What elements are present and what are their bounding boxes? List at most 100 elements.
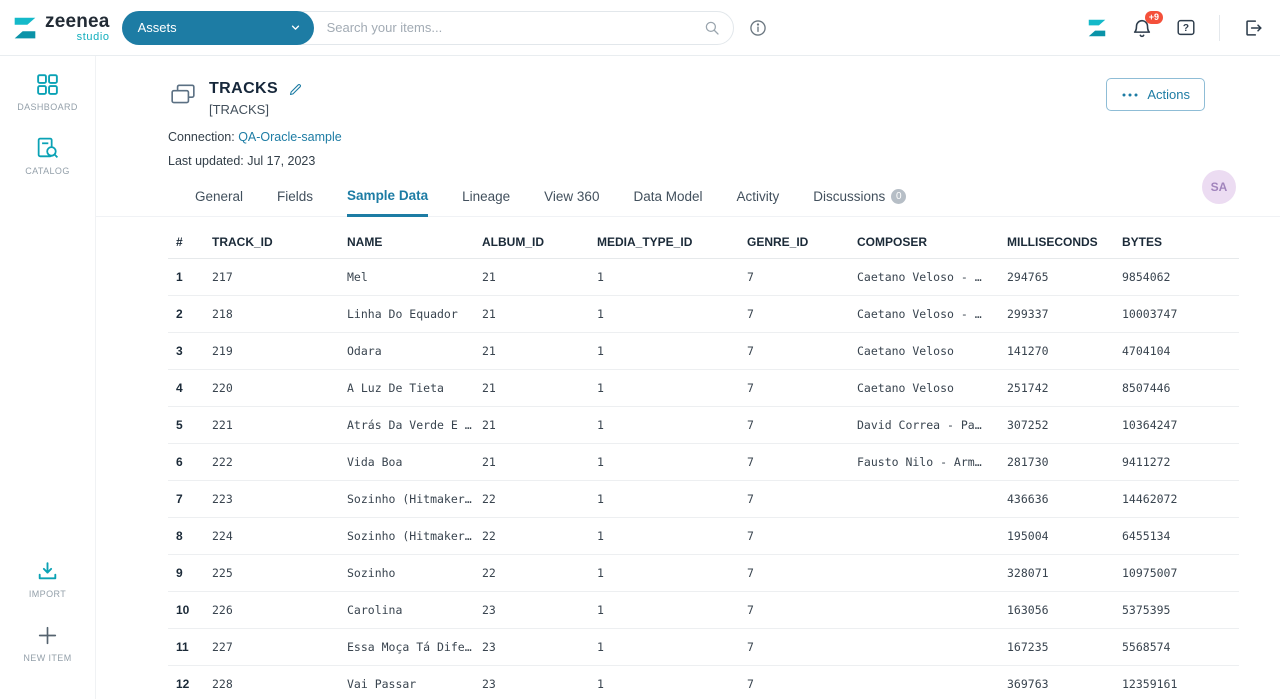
data-cell: 1 [589,554,739,592]
tab-lineage[interactable]: Lineage [462,188,510,216]
row-number-cell: 3 [168,332,204,370]
main-content: TRACKS [TRACKS] Connection: QA-Oracle-sa… [96,56,1280,699]
data-cell: Odara [339,332,474,370]
tab-label: Activity [736,189,780,204]
data-cell: 21 [474,295,589,333]
row-number-cell: 10 [168,591,204,629]
data-cell: 22 [474,554,589,592]
topbar: zeenea studio Assets +9 ? [0,0,1280,56]
asset-code: [TRACKS] [209,102,269,117]
column-header-album-id: ALBUM_ID [474,229,589,259]
sidebar-item-label: CATALOG [25,166,70,176]
chevron-down-icon [291,25,299,30]
help-button[interactable]: ? [1175,17,1197,39]
table-row: 4 220 A Luz De Tieta 21 1 7 Caetano Veloso 2517… [168,369,1239,407]
data-cell: Vida Boa [339,443,474,481]
logo-sub-name: studio [76,31,110,43]
data-cell: 21 [474,406,589,444]
sidebar-item-label: NEW ITEM [23,653,72,663]
data-cell: 7 [739,332,849,370]
row-number-cell: 6 [168,443,204,481]
edit-pencil-icon[interactable] [288,82,303,97]
data-cell: 5375395 [1114,591,1239,629]
sidebar-item-import[interactable]: IMPORT [29,559,66,599]
tab-discussions[interactable]: Discussions 0 [813,188,907,216]
data-cell: 21 [474,332,589,370]
catalog-icon [37,137,59,158]
data-cell: Carolina [339,591,474,629]
user-avatar[interactable]: SA [1202,170,1236,204]
asset-scope-dropdown[interactable]: Assets [121,10,314,45]
logo-text: zeenea studio [45,12,110,43]
discussions-count-badge: 0 [891,189,907,204]
data-cell [849,628,999,666]
zeenea-logo-icon [14,17,36,38]
more-dots-icon [1122,93,1138,96]
data-cell: 251742 [999,369,1114,407]
actions-button[interactable]: Actions [1106,78,1205,111]
data-cell: 7 [739,591,849,629]
tab-fields[interactable]: Fields [277,188,313,216]
data-cell: 9854062 [1114,258,1239,296]
tab-label: General [195,189,244,204]
data-cell: Caetano Veloso - … [849,295,999,333]
search-icon[interactable] [703,19,721,37]
data-cell: 22 [474,517,589,555]
data-cell: 141270 [999,332,1114,370]
data-cell: 10364247 [1114,406,1239,444]
data-cell: 369763 [999,665,1114,699]
tab-activity[interactable]: Activity [737,188,780,216]
connection-link[interactable]: QA-Oracle-sample [238,130,342,144]
sidebar-item-catalog[interactable]: CATALOG [25,136,69,176]
row-number-cell: 4 [168,369,204,407]
data-cell: 436636 [999,480,1114,518]
topbar-divider [1219,14,1220,41]
tab-sample-data[interactable]: Sample Data [347,188,429,217]
table-row: 10 226 Carolina 23 1 7 163056 5375395 [168,591,1239,629]
data-cell: 23 [474,591,589,629]
info-button[interactable] [748,18,768,38]
notifications-button[interactable]: +9 [1131,10,1163,39]
data-cell: 222 [204,443,339,481]
data-cell [849,480,999,518]
tab-view-360[interactable]: View 360 [544,188,599,216]
zeenea-apps-icon[interactable] [1085,16,1109,40]
tab-data-model[interactable]: Data Model [633,188,702,216]
sidebar-item-new-item[interactable]: NEW ITEM [23,623,71,663]
table-row: 7 223 Sozinho (Hitmaker… 22 1 7 436636 14462072 [168,480,1239,518]
data-cell: 299337 [999,295,1114,333]
data-cell: Caetano Veloso [849,332,999,370]
tab-general[interactable]: General [195,188,243,216]
data-cell: 1 [589,369,739,407]
row-number-cell: 7 [168,480,204,518]
data-cell: 5568574 [1114,628,1239,666]
dashboard-icon [37,74,58,95]
data-cell: 7 [739,554,849,592]
logout-button[interactable] [1242,17,1264,39]
column-header-name: NAME [339,229,474,259]
data-cell: 10003747 [1114,295,1239,333]
data-cell: 7 [739,517,849,555]
data-cell: 21 [474,443,589,481]
sidebar-item-dashboard[interactable]: DASHBOARD [17,72,78,112]
data-cell: 1 [589,517,739,555]
info-icon [749,19,766,36]
logo-brand-name: zeenea [45,11,110,32]
sample-data-table: # TRACK_ID NAME ALBUM_ID MEDIA_TYPE_ID GENRE_… [168,229,1239,699]
column-header-media-type-id: MEDIA_TYPE_ID [589,229,739,259]
actions-label: Actions [1147,87,1190,102]
data-cell: Sozinho (Hitmaker… [339,480,474,518]
asset-header: TRACKS [TRACKS] Connection: QA-Oracle-sa… [96,56,1280,168]
data-cell: Atrás Da Verde E … [339,406,474,444]
data-cell: 8507446 [1114,369,1239,407]
asset-scope-label: Assets [137,20,177,35]
import-icon [38,562,57,580]
data-cell: 217 [204,258,339,296]
search-input[interactable] [312,20,703,35]
data-cell: 225 [204,554,339,592]
table-body: 1 217 Mel 21 1 7 Caetano Veloso - … 294765 98540… [168,258,1239,699]
data-cell: 21 [474,258,589,296]
dataset-icon [171,84,195,104]
zeenea-studio-logo[interactable]: zeenea studio [10,12,110,43]
table-row: 9 225 Sozinho 22 1 7 328071 10975007 [168,554,1239,592]
